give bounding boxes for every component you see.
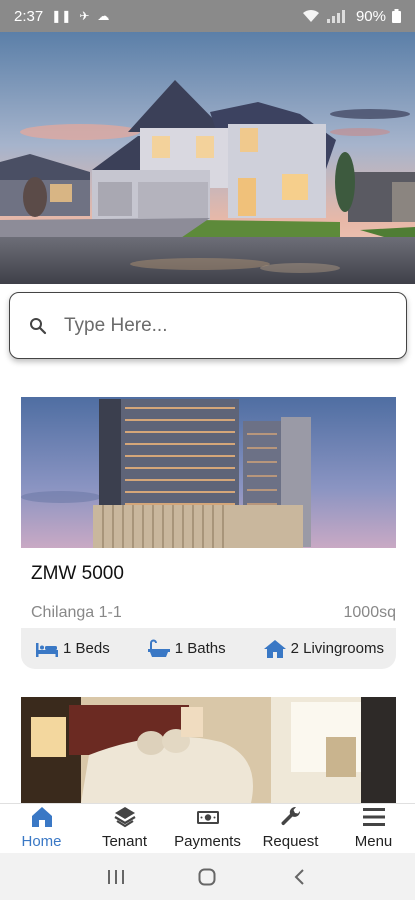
bed-icon (36, 642, 58, 657)
signal-icon (326, 10, 345, 23)
hero-house-image (0, 32, 415, 284)
recent-apps-button[interactable] (101, 862, 131, 892)
nav-tenant[interactable]: Tenant (83, 804, 166, 853)
nav-home-label: Home (21, 833, 62, 850)
no-disturb-icon: ✈ (79, 9, 90, 23)
feature-baths: 1 Baths (147, 639, 226, 659)
baths-label: 1 Baths (174, 640, 226, 657)
nav-tenant-label: Tenant (101, 833, 148, 850)
property-card[interactable]: ZMW 5000 Chilanga 1-1 1000sq 1 Beds 1 Ba… (21, 397, 396, 672)
nav-request-label: Request (262, 833, 319, 850)
home-circle-icon (198, 868, 216, 885)
wifi-icon (302, 9, 319, 22)
property-image-apartment (21, 397, 396, 548)
search-bar[interactable] (9, 292, 407, 359)
search-icon (30, 317, 47, 334)
property-location: Chilanga 1-1 (31, 604, 122, 621)
nav-home[interactable]: Home (0, 804, 83, 853)
feature-livingrooms: 2 Livingrooms (263, 639, 384, 659)
nav-request[interactable]: Request (249, 804, 332, 853)
tenant-icon (113, 807, 136, 828)
property-card-2[interactable] (21, 697, 396, 803)
home-icon (31, 807, 52, 827)
pause-icon: ❚❚ (51, 9, 72, 23)
status-right: 90% (302, 8, 401, 25)
house-illustration (0, 32, 415, 284)
app-screen: 2:37 ❚❚ ✈ ☁ 90% Type Here... ZMW 5000 Ch… (0, 0, 415, 900)
back-icon (294, 868, 304, 885)
menu-icon (362, 808, 385, 826)
cloud-icon: ☁ (97, 9, 110, 23)
nav-menu[interactable]: Menu (332, 804, 415, 853)
battery-icon (392, 9, 401, 23)
status-time: 2:37 (14, 7, 44, 25)
property-size: 1000sq (343, 604, 397, 621)
livingrooms-label: 2 Livingrooms (290, 640, 384, 657)
property-image-bedroom (21, 697, 396, 803)
house-icon (263, 639, 286, 658)
status-left: 2:37 ❚❚ ✈ ☁ (14, 8, 109, 25)
beds-label: 1 Beds (63, 640, 110, 657)
system-navigation-bar (0, 853, 415, 900)
recent-apps-icon (107, 869, 124, 884)
battery-percent: 90% (355, 7, 386, 25)
wrench-icon (280, 806, 300, 826)
money-icon (196, 811, 219, 824)
search-input[interactable] (64, 314, 364, 337)
home-system-button[interactable] (192, 862, 222, 892)
nav-payments-label: Payments (174, 833, 241, 850)
status-bar: 2:37 ❚❚ ✈ ☁ 90% (0, 0, 415, 32)
property-price: ZMW 5000 (31, 563, 124, 584)
back-button[interactable] (284, 862, 314, 892)
bath-icon (147, 639, 170, 657)
property-features: 1 Beds 1 Baths 2 Livingrooms (21, 628, 396, 669)
bottom-navigation: Home Tenant Payments Request Menu (0, 803, 415, 853)
nav-menu-label: Menu (354, 833, 393, 850)
feature-beds: 1 Beds (35, 639, 110, 659)
nav-payments[interactable]: Payments (166, 804, 249, 853)
